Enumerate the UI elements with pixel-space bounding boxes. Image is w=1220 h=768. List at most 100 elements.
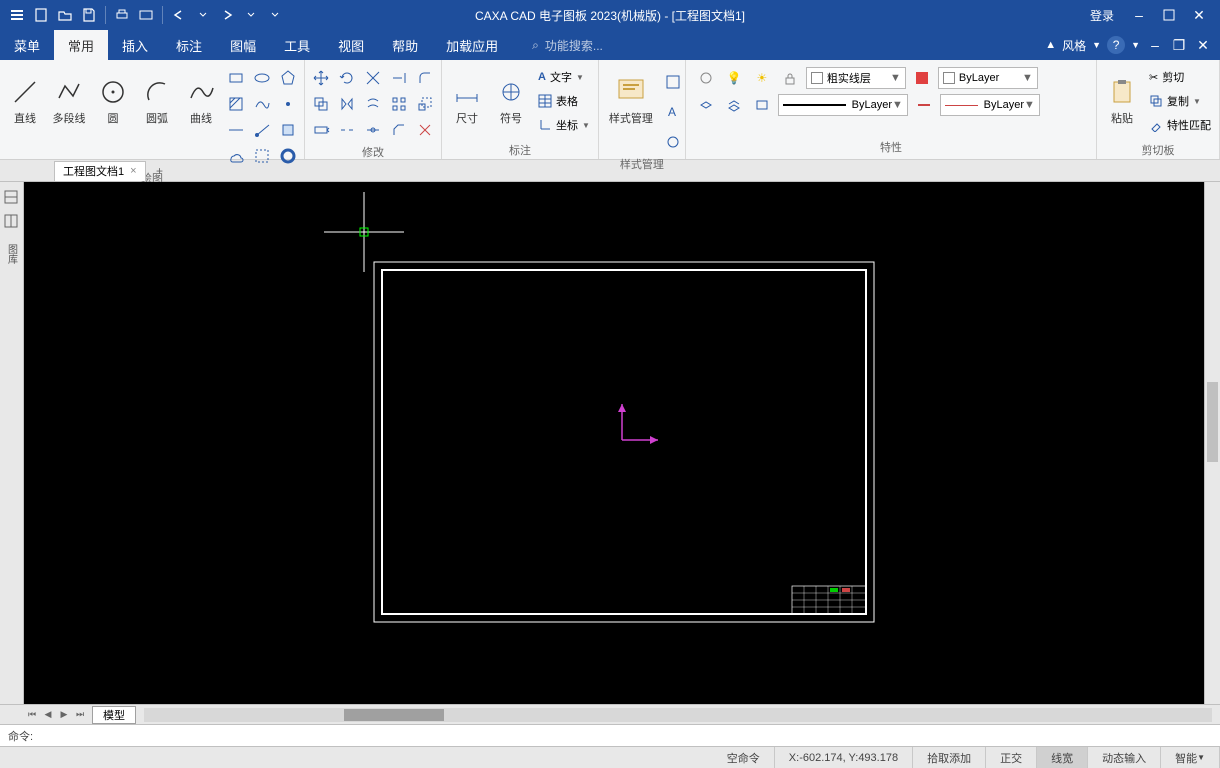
wipeout-icon[interactable] (250, 144, 274, 168)
break-icon[interactable] (335, 118, 359, 142)
linetype-swatch-icon[interactable] (912, 93, 936, 117)
menu-file[interactable]: 菜单 (0, 30, 54, 60)
extend-icon[interactable] (387, 66, 411, 90)
style-arrow-icon[interactable]: ▼ (1092, 40, 1101, 50)
lineweight-dropdown[interactable]: ByLayer▼ (778, 94, 908, 116)
copy-icon[interactable] (309, 92, 333, 116)
spline-icon[interactable] (250, 92, 274, 116)
copy-button[interactable]: 复制▼ (1145, 90, 1215, 112)
array-icon[interactable] (387, 92, 411, 116)
menu-addins[interactable]: 加载应用 (432, 30, 512, 60)
doc-tab-active[interactable]: 工程图文档1 × (54, 161, 146, 181)
table-button[interactable]: 表格 (534, 90, 594, 112)
close-icon[interactable]: ✕ (1186, 4, 1212, 26)
status-smart[interactable]: 智能 ▼ (1161, 747, 1220, 768)
function-search[interactable]: ⌕ 功能搜索... (532, 37, 603, 54)
horizontal-scrollbar[interactable] (144, 708, 1212, 722)
status-ortho[interactable]: 正交 (986, 747, 1037, 768)
open-icon[interactable] (54, 4, 76, 26)
doc-minimize-icon[interactable]: – (1146, 34, 1164, 56)
undo-icon[interactable] (168, 4, 190, 26)
menu-annotate[interactable]: 标注 (162, 30, 216, 60)
layer-iso-icon[interactable] (694, 66, 718, 90)
style-icon-1[interactable] (661, 70, 685, 94)
linetype-dropdown[interactable]: 粗实线层▼ (806, 67, 906, 89)
doc-tab-close-icon[interactable]: × (130, 165, 136, 177)
left-tool-1-icon[interactable] (0, 186, 22, 208)
dimension-button[interactable]: 尺寸 (446, 62, 488, 140)
curve-button[interactable]: 曲线 (180, 62, 222, 140)
xline-icon[interactable] (224, 118, 248, 142)
vertical-scrollbar[interactable] (1204, 182, 1220, 704)
tab-nav-next-icon[interactable]: ▶ (56, 707, 72, 723)
doc-close-icon[interactable]: ✕ (1194, 34, 1212, 56)
app-menu-icon[interactable] (6, 4, 28, 26)
tab-nav-first-icon[interactable]: ⏮ (24, 707, 40, 723)
layer-match-icon[interactable] (722, 93, 746, 117)
stretch-icon[interactable] (309, 118, 333, 142)
print-preview-icon[interactable] (135, 4, 157, 26)
fillet-icon[interactable] (413, 66, 437, 90)
tab-nav-prev-icon[interactable]: ◀ (40, 707, 56, 723)
menu-frame[interactable]: 图幅 (216, 30, 270, 60)
menu-tools[interactable]: 工具 (270, 30, 324, 60)
qat-more-icon[interactable] (264, 4, 286, 26)
coord-button[interactable]: 坐标▼ (534, 114, 594, 136)
maximize-icon[interactable] (1156, 4, 1182, 26)
status-dynamic-input[interactable]: 动态输入 (1088, 747, 1161, 768)
style-manager-button[interactable]: 样式管理 (603, 62, 659, 140)
color-picker-icon[interactable] (910, 66, 934, 90)
status-pick-mode[interactable]: 拾取添加 (913, 747, 986, 768)
move-icon[interactable] (309, 66, 333, 90)
print-icon[interactable] (111, 4, 133, 26)
redo-dropdown-icon[interactable] (240, 4, 262, 26)
redo-icon[interactable] (216, 4, 238, 26)
left-tool-3-icon[interactable]: 图库 (0, 234, 22, 274)
help-icon[interactable]: ? (1107, 36, 1125, 54)
polyline-button[interactable]: 多段线 (48, 62, 90, 140)
color-dropdown[interactable]: ByLayer▼ (938, 67, 1038, 89)
drawing-canvas[interactable] (24, 182, 1204, 704)
rotate-icon[interactable] (335, 66, 359, 90)
menu-insert[interactable]: 插入 (108, 30, 162, 60)
linetype2-dropdown[interactable]: ByLayer▼ (940, 94, 1040, 116)
menu-view[interactable]: 视图 (324, 30, 378, 60)
chamfer-icon[interactable] (387, 118, 411, 142)
doc-tab-add-icon[interactable]: + (150, 161, 170, 181)
mirror-icon[interactable] (335, 92, 359, 116)
cut-button[interactable]: ✂剪切 (1145, 66, 1215, 88)
new-icon[interactable] (30, 4, 52, 26)
layer-prev-icon[interactable] (750, 93, 774, 117)
text-button[interactable]: A文字▼ (534, 66, 594, 88)
layer-lock-icon[interactable] (778, 66, 802, 90)
h-scrollbar-thumb[interactable] (344, 709, 444, 721)
help-arrow-icon[interactable]: ▼ (1131, 40, 1140, 50)
status-lineweight[interactable]: 线宽 (1037, 747, 1088, 768)
undo-dropdown-icon[interactable] (192, 4, 214, 26)
offset-icon[interactable] (361, 92, 385, 116)
cloud-icon[interactable] (224, 144, 248, 168)
symbol-button[interactable]: 符号 (490, 62, 532, 140)
rectangle-icon[interactable] (224, 66, 248, 90)
layer-bulb-icon[interactable]: 💡 (722, 66, 746, 90)
join-icon[interactable] (361, 118, 385, 142)
layer-tool-icon[interactable] (694, 93, 718, 117)
ray-icon[interactable] (250, 118, 274, 142)
style-label[interactable]: 风格 (1062, 37, 1086, 54)
arc-button[interactable]: 圆弧 (136, 62, 178, 140)
circle-button[interactable]: 圆 (92, 62, 134, 140)
ellipse-icon[interactable] (250, 66, 274, 90)
style-dropdown-icon[interactable]: ▲ (1045, 39, 1056, 51)
paste-button[interactable]: 粘贴 (1101, 62, 1143, 140)
style-icon-2[interactable]: A (661, 100, 685, 124)
command-line[interactable]: 命令: (0, 724, 1220, 746)
point-icon[interactable] (276, 92, 300, 116)
left-tool-2-icon[interactable] (0, 210, 22, 232)
region-icon[interactable] (276, 118, 300, 142)
trim-icon[interactable] (361, 66, 385, 90)
login-button[interactable]: 登录 (1082, 4, 1122, 26)
menu-common[interactable]: 常用 (54, 30, 108, 60)
explode-icon[interactable] (413, 118, 437, 142)
minimize-icon[interactable]: – (1126, 4, 1152, 26)
polygon-icon[interactable] (276, 66, 300, 90)
